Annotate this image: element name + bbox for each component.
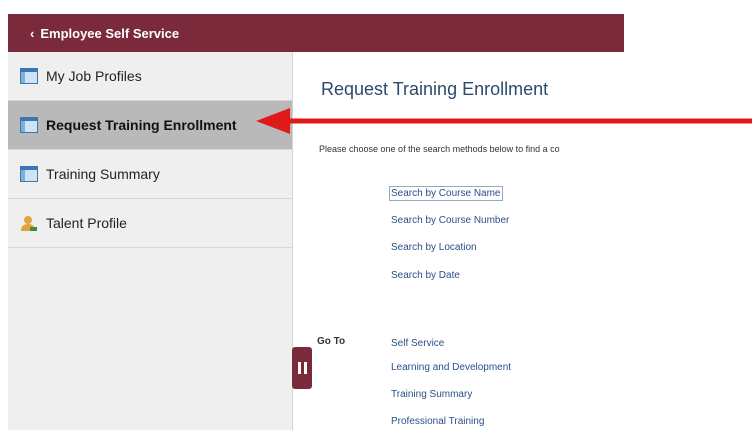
search-by-course-name-link[interactable]: Search by Course Name: [389, 186, 503, 201]
professional-training-link[interactable]: Professional Training: [391, 416, 484, 427]
search-by-date-link[interactable]: Search by Date: [391, 270, 460, 281]
sidebar: My Job Profiles Request Training Enrollm…: [8, 52, 293, 430]
list-page-icon: [20, 117, 38, 133]
sidebar-item-label: Talent Profile: [46, 215, 127, 231]
sidebar-item-my-job-profiles[interactable]: My Job Profiles: [8, 52, 292, 101]
back-button[interactable]: ‹ Employee Self Service: [8, 26, 179, 41]
list-page-icon: [20, 166, 38, 182]
go-to-label: Go To: [317, 336, 346, 347]
sidebar-item-label: Request Training Enrollment: [46, 117, 237, 133]
self-service-link[interactable]: Self Service: [391, 338, 444, 349]
header-bar: ‹ Employee Self Service: [8, 14, 624, 52]
training-summary-link[interactable]: Training Summary: [391, 389, 472, 400]
sidebar-item-label: Training Summary: [46, 166, 160, 182]
chevron-left-icon: ‹: [30, 25, 35, 41]
collapse-sidebar-button[interactable]: [292, 347, 312, 389]
pause-bar-icon: [303, 362, 307, 374]
sidebar-item-request-training-enrollment[interactable]: Request Training Enrollment: [8, 101, 292, 150]
pause-bar-icon: [297, 362, 301, 374]
learning-and-development-link[interactable]: Learning and Development: [391, 362, 511, 373]
page-title: Request Training Enrollment: [321, 79, 549, 99]
search-by-location-link[interactable]: Search by Location: [391, 242, 477, 253]
back-button-label: Employee Self Service: [40, 25, 180, 41]
search-by-course-number-link[interactable]: Search by Course Number: [391, 215, 509, 226]
instructions-text: Please choose one of the search methods …: [319, 144, 560, 154]
main-content: Request Training Enrollment Please choos…: [293, 52, 624, 430]
person-icon: [20, 215, 38, 231]
sidebar-item-training-summary[interactable]: Training Summary: [8, 150, 292, 199]
list-page-icon: [20, 68, 38, 84]
sidebar-item-label: My Job Profiles: [46, 68, 142, 84]
sidebar-item-talent-profile[interactable]: Talent Profile: [8, 199, 292, 248]
